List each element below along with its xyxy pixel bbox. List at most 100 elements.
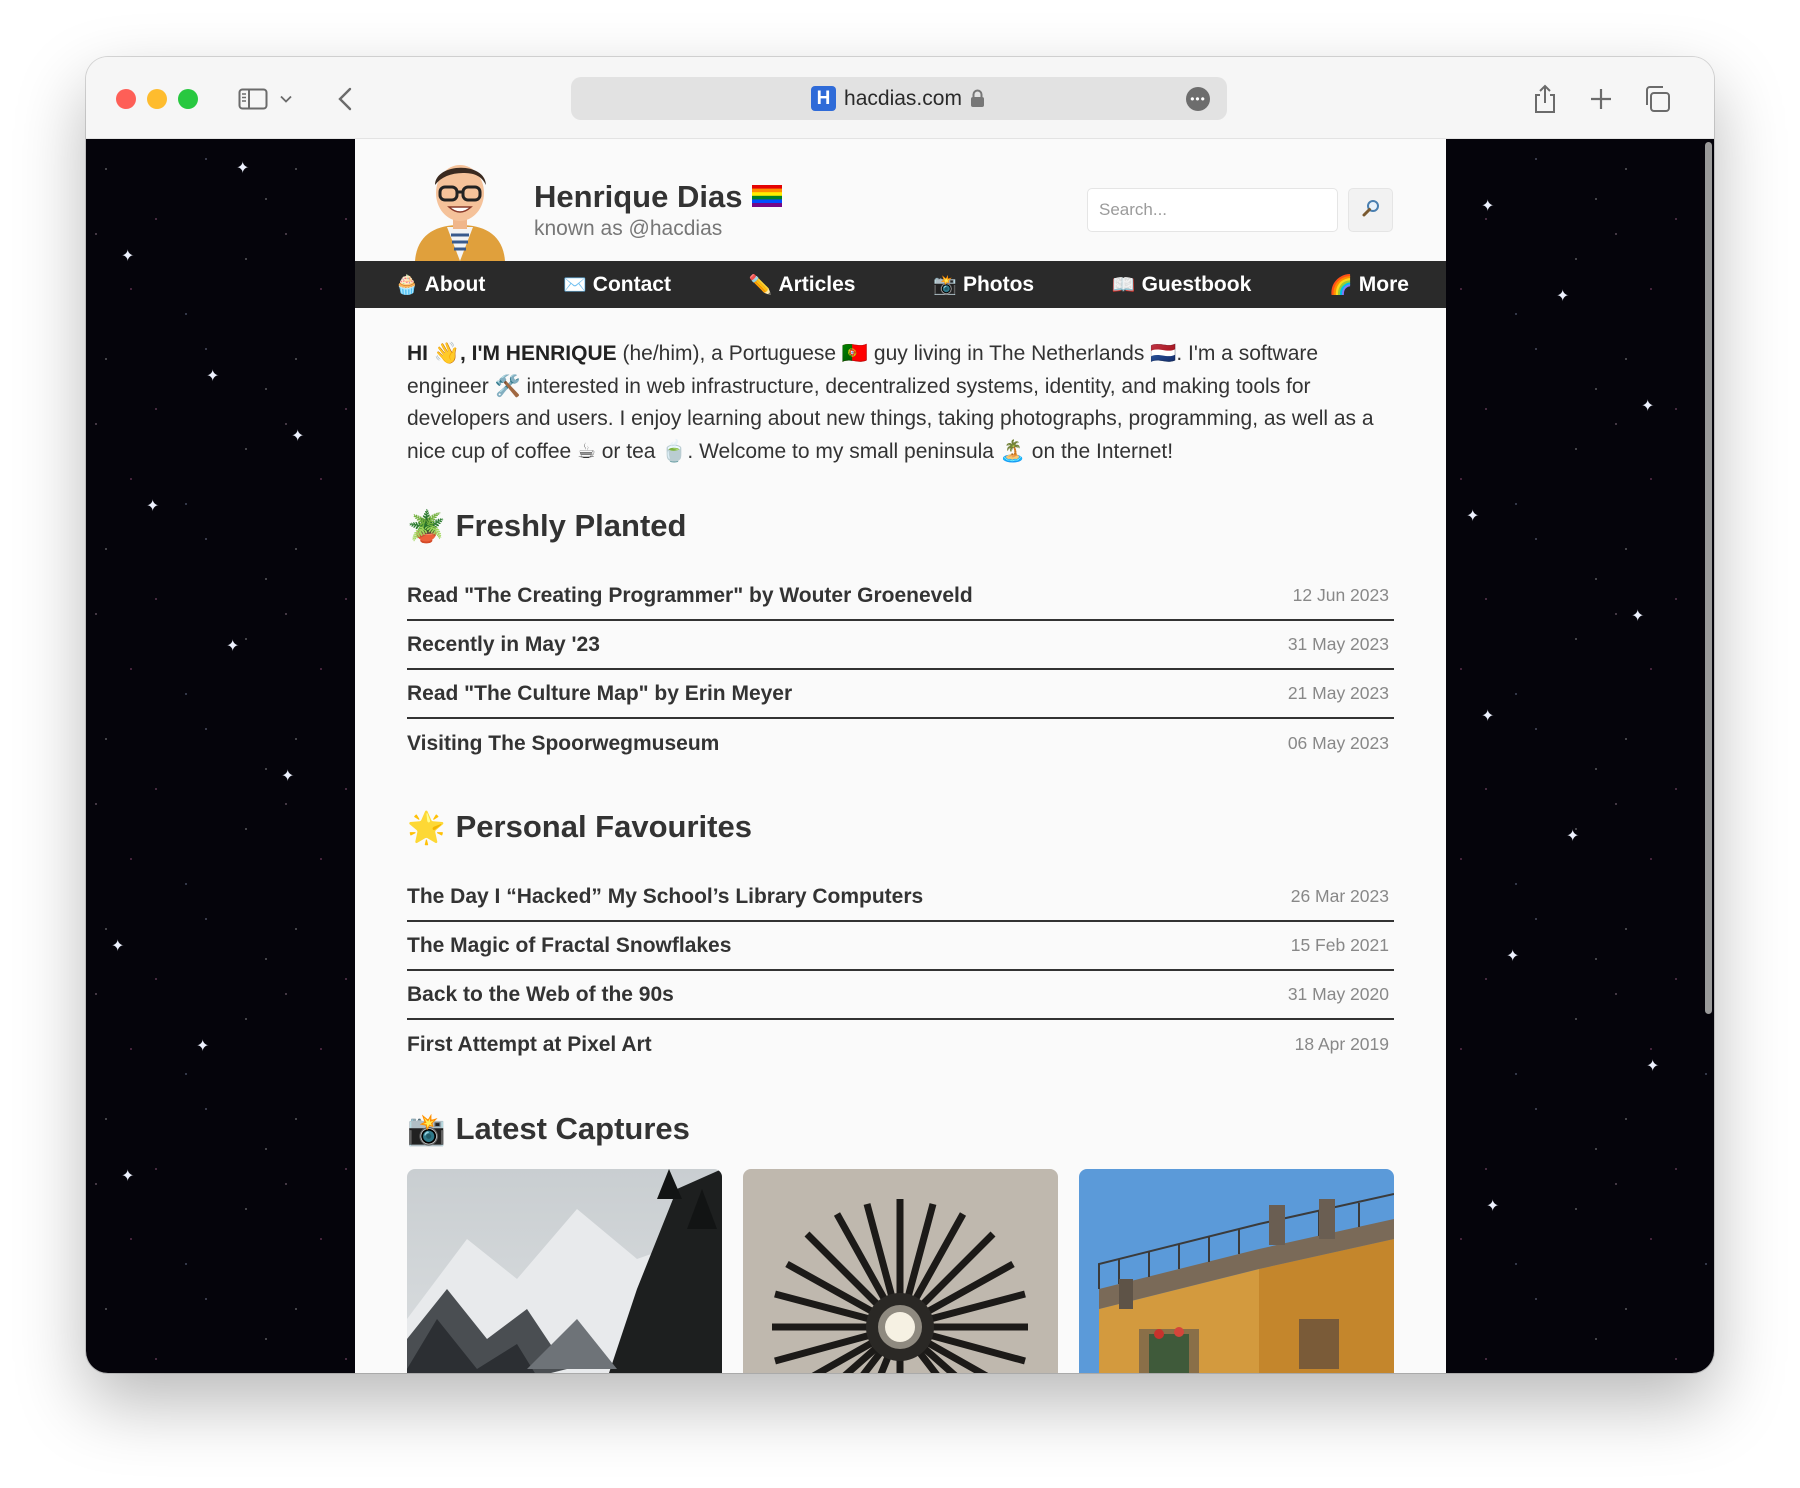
star-sparkle: ✦ [1631,608,1645,625]
post-date: 15 Feb 2021 [1290,935,1389,955]
site-subtitle: known as @hacdias [534,217,723,240]
nav-more[interactable]: 🌈 More [1329,273,1409,297]
personal-favourites-list: The Day I “Hacked” My School’s Library C… [407,873,1394,1069]
open-book-icon: 📖 [1111,274,1136,296]
post-date: 21 May 2023 [1287,683,1389,703]
star-sparkle: ✦ [1481,198,1495,215]
star-sparkle: ✦ [1506,948,1520,965]
star-sparkle: ✦ [1556,288,1570,305]
glowing-star-icon: 🌟 [407,809,446,845]
nav-about-label: About [424,272,486,296]
list-item[interactable]: First Attempt at Pixel Art 18 Apr 2019 [407,1020,1394,1069]
star-sparkle: ✦ [1646,1058,1660,1075]
site-page: Henrique Dias known as @hacdias 🧁About ✉… [355,139,1446,1373]
potted-plant-icon: 🪴 [407,508,446,544]
photo-building-thumbnail[interactable] [1079,1169,1394,1373]
site-header: Henrique Dias known as @hacdias [355,139,1446,261]
post-date: 06 May 2023 [1287,733,1389,753]
nav-photos[interactable]: 📸 Photos [933,273,1034,297]
tab-overview-icon[interactable] [1640,79,1674,119]
site-title[interactable]: Henrique Dias [534,179,783,215]
list-item[interactable]: Back to the Web of the 90s 31 May 2020 [407,971,1394,1020]
chevron-down-icon[interactable] [276,79,296,119]
address-bar[interactable]: H hacdias.com ••• [571,77,1227,120]
post-title[interactable]: The Day I “Hacked” My School’s Library C… [407,885,923,909]
sidebar-toggle-icon[interactable] [236,79,270,119]
photo-mountains-thumbnail[interactable] [407,1169,722,1373]
camera-flash-icon: 📸 [407,1111,446,1147]
section-title-text: Latest Captures [455,1111,690,1146]
post-date: 18 Apr 2019 [1294,1034,1389,1054]
star-sparkle: ✦ [146,498,160,515]
star-sparkle: ✦ [281,768,295,785]
plus-icon[interactable] [1584,79,1618,119]
section-personal-favourites-heading: 🌟 Personal Favourites [407,807,1394,847]
site-favicon-icon: H [811,86,837,111]
star-sparkle: ✦ [291,428,305,445]
photo-grid [407,1169,1394,1373]
star-sparkle: ✦ [1466,508,1480,525]
minimize-window-button[interactable] [147,89,167,109]
rainbow-icon: 🌈 [1329,274,1353,296]
section-title-text: Freshly Planted [455,508,687,543]
post-title[interactable]: Back to the Web of the 90s [407,983,674,1007]
list-item[interactable]: Read "The Culture Map" by Erin Meyer 21 M… [407,670,1394,719]
star-sparkle: ✦ [226,638,240,655]
post-title[interactable]: Read "The Creating Programmer" by Wouter… [407,584,973,608]
page-viewport: ✦ ✦ ✦ ✦ ✦ ✦ ✦ ✦ ✦ ✦ ✦ ✦ ✦ ✦ ✦ ✦ ✦ ✦ ✦ ✦ [86,139,1714,1373]
photo-ceiling-light-thumbnail[interactable] [743,1169,1058,1373]
avatar[interactable] [407,155,513,261]
envelope-icon: ✉️ [563,274,587,296]
post-title[interactable]: Read "The Culture Map" by Erin Meyer [407,682,792,706]
nav-contact[interactable]: ✉️ Contact [563,273,671,297]
star-sparkle: ✦ [236,160,250,177]
intro-greeting: HI 👋, I'M HENRIQUE [407,342,617,365]
close-window-button[interactable] [116,89,136,109]
post-date: 12 Jun 2023 [1292,585,1389,605]
post-date: 31 May 2020 [1287,984,1389,1004]
nav-contact-label: Contact [592,272,671,296]
post-date: 26 Mar 2023 [1290,886,1389,906]
camera-flash-icon: 📸 [933,274,957,296]
freshly-planted-list: Read "The Creating Programmer" by Wouter… [407,572,1394,768]
pencil-icon: ✏️ [748,274,773,296]
star-sparkle: ✦ [196,1038,210,1055]
address-url: hacdias.com [844,86,962,110]
star-sparkle: ✦ [206,368,220,385]
page-menu-icon[interactable]: ••• [1186,87,1210,111]
share-icon[interactable] [1528,79,1562,119]
zoom-window-button[interactable] [178,89,198,109]
section-latest-captures-heading: 📸 Latest Captures [407,1109,1394,1149]
list-item[interactable]: Visiting The Spoorwegmuseum 06 May 2023 [407,719,1394,768]
list-item[interactable]: The Magic of Fractal Snowflakes 15 Feb 20… [407,922,1394,971]
star-sparkle: ✦ [1641,398,1655,415]
star-sparkle: ✦ [1481,708,1495,725]
post-title[interactable]: The Magic of Fractal Snowflakes [407,934,731,958]
nav-articles[interactable]: ✏️ Articles [749,273,856,297]
rainbow-flag-icon [752,179,783,215]
list-item[interactable]: Recently in May '23 31 May 2023 [407,621,1394,670]
section-freshly-planted-heading: 🪴 Freshly Planted [407,506,1394,546]
back-arrow-icon[interactable] [330,79,360,119]
magnifier-icon [1361,198,1381,223]
post-title[interactable]: Visiting The Spoorwegmuseum [407,732,719,756]
intro-paragraph: HI 👋, I'M HENRIQUE (he/him), a Portugues… [407,338,1394,468]
nav-about[interactable]: 🧁 About [395,273,485,297]
post-title[interactable]: First Attempt at Pixel Art [407,1033,652,1057]
post-title[interactable]: Recently in May '23 [407,633,600,657]
cupcake-icon: 🧁 [395,274,419,296]
search-input[interactable] [1087,188,1338,232]
lock-icon [970,89,987,108]
browser-window: H hacdias.com ••• ✦ ✦ ✦ ✦ ✦ ✦ ✦ ✦ ✦ ✦ ✦ … [86,57,1714,1373]
star-sparkle: ✦ [121,248,135,265]
main-content: HI 👋, I'M HENRIQUE (he/him), a Portugues… [407,308,1394,1373]
list-item[interactable]: The Day I “Hacked” My School’s Library C… [407,873,1394,922]
section-title-text: Personal Favourites [455,809,752,844]
nav-photos-label: Photos [962,272,1035,296]
search-button[interactable] [1348,188,1393,232]
browser-toolbar: H hacdias.com ••• [86,57,1714,139]
vertical-scrollbar[interactable] [1705,142,1712,1014]
main-nav: 🧁 About ✉️ Contact ✏️ Articles 📸 Photos 📖 Gue… [355,261,1446,308]
nav-guestbook[interactable]: 📖 Guestbook [1112,273,1251,297]
list-item[interactable]: Read "The Creating Programmer" by Wouter… [407,572,1394,621]
